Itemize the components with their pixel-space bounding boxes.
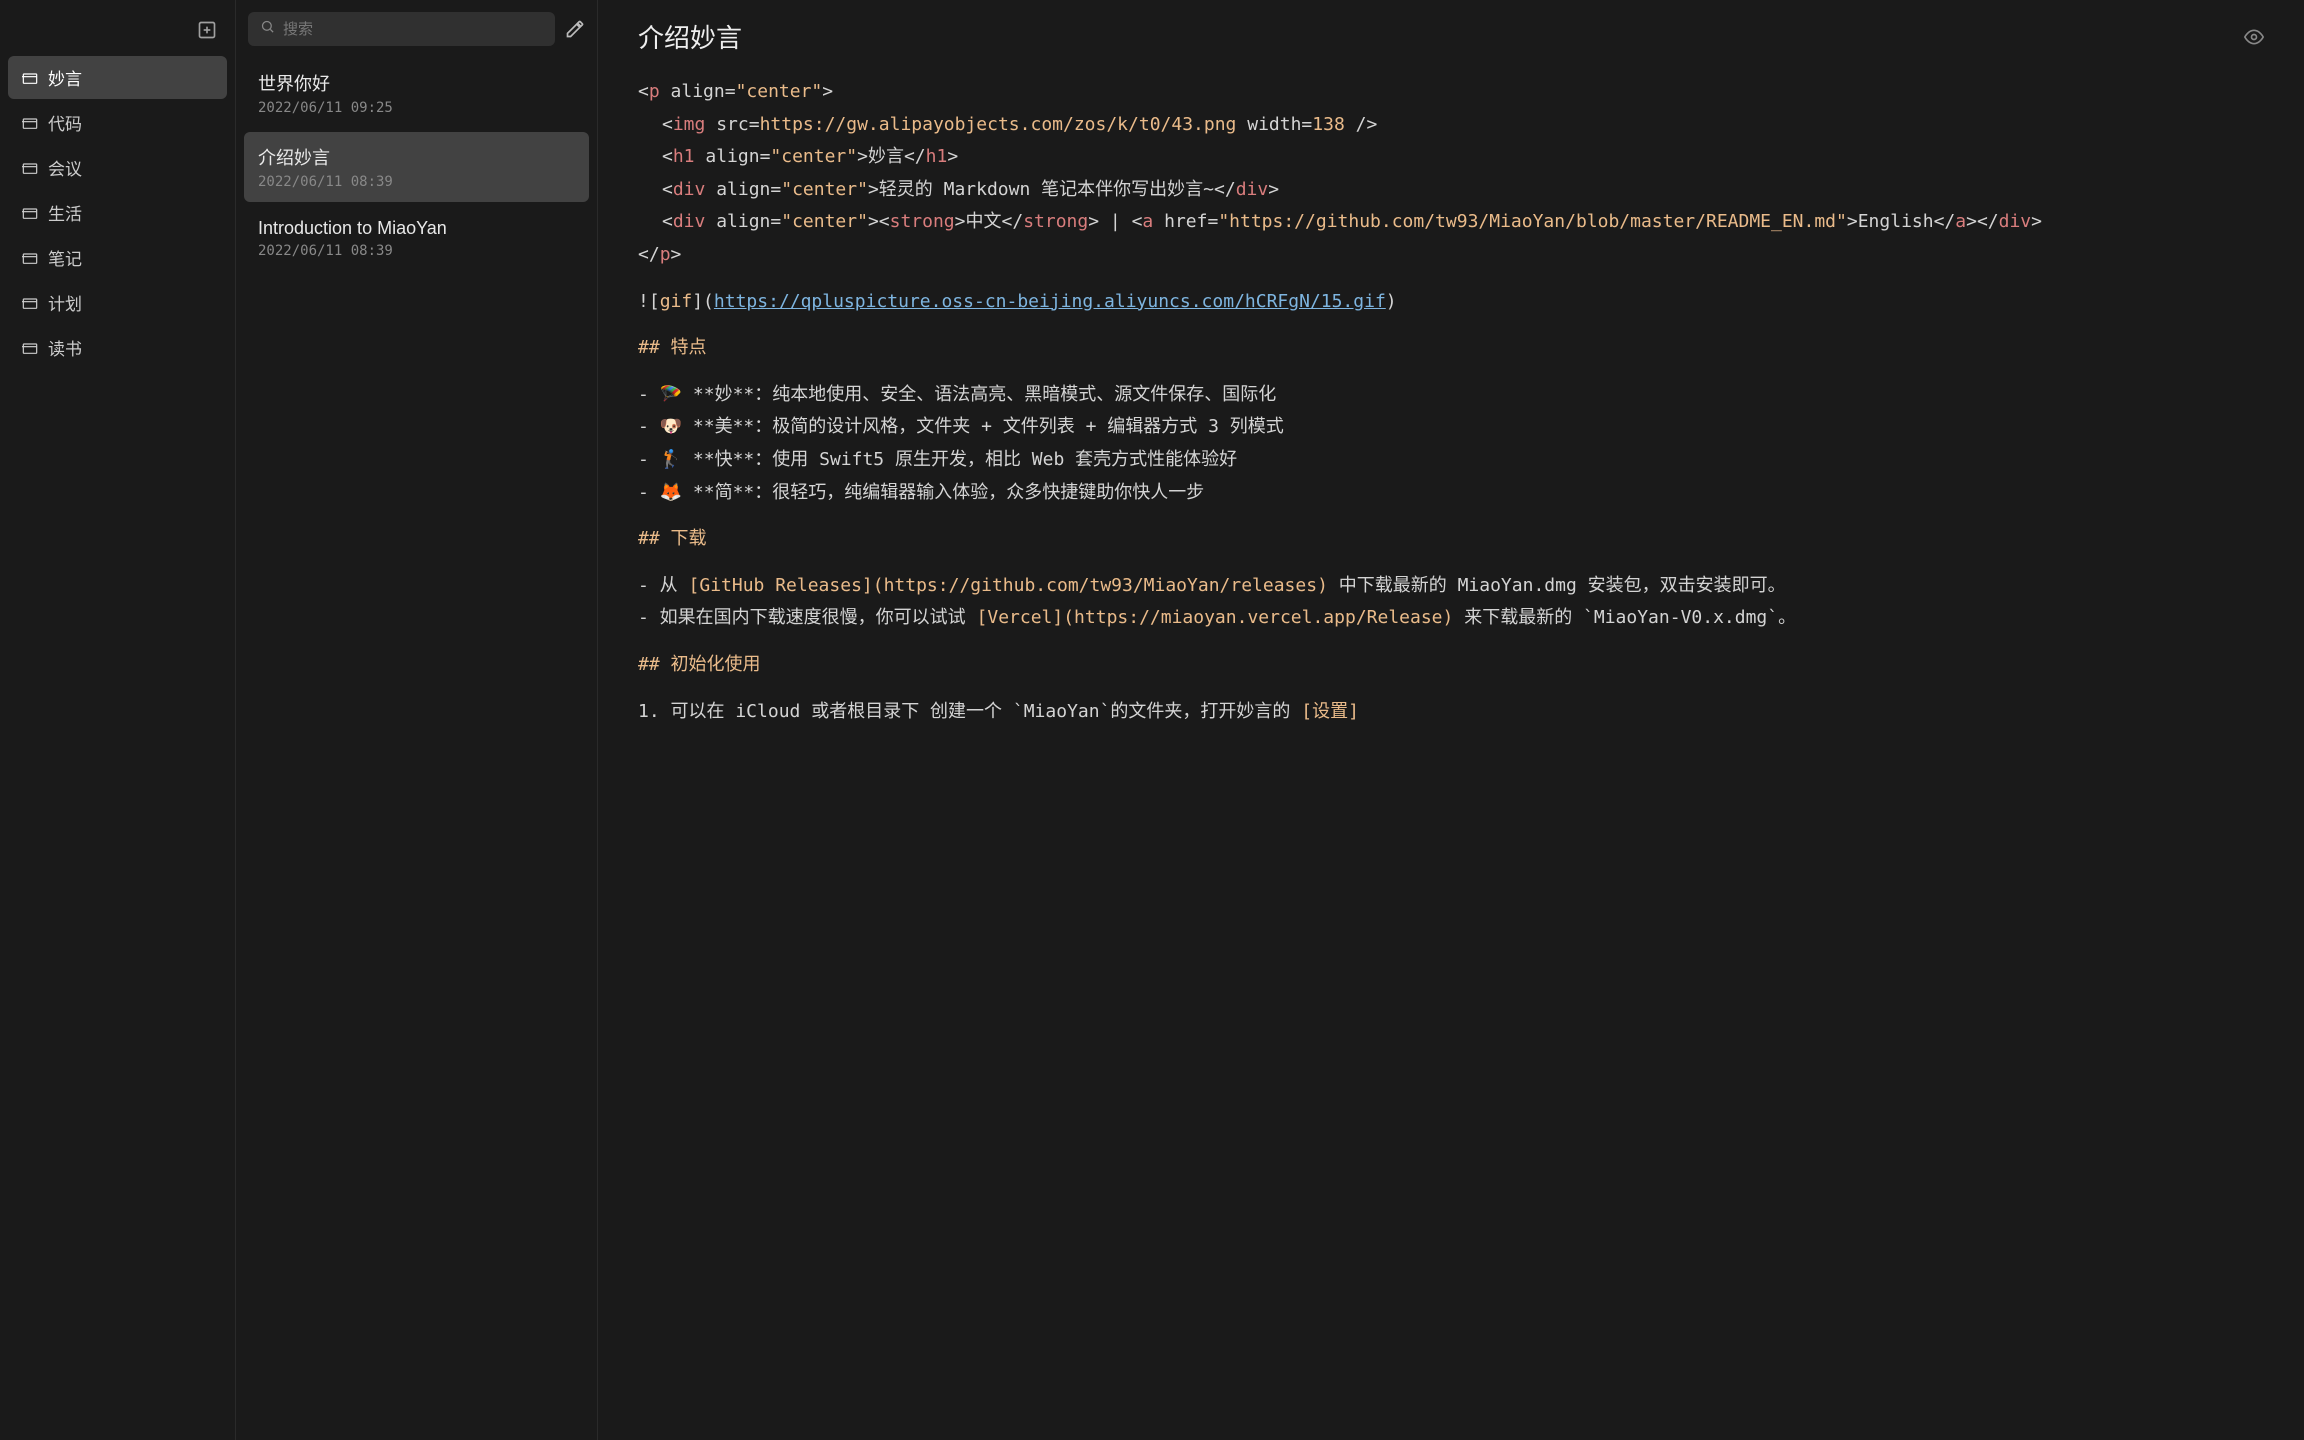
folder-icon (22, 116, 38, 130)
folder-icon (22, 161, 38, 175)
folder-item[interactable]: 代码 (8, 101, 227, 144)
folder-label: 读书 (48, 335, 82, 360)
folder-icon (22, 71, 38, 85)
note-list-panel: 世界你好 2022/06/11 09:25 介绍妙言 2022/06/11 08:39… (236, 0, 598, 1440)
editor-content[interactable]: <p align="center"> <img src=https://gw.a… (598, 65, 2304, 1440)
folder-icon (22, 296, 38, 310)
search-input[interactable] (283, 21, 543, 38)
folder-item[interactable]: 生活 (8, 191, 227, 234)
folder-label: 生活 (48, 200, 82, 225)
note-item[interactable]: 介绍妙言 2022/06/11 08:39 (244, 132, 589, 202)
note-item[interactable]: Introduction to MiaoYan 2022/06/11 08:39 (244, 206, 589, 271)
folder-label: 计划 (48, 290, 82, 315)
folder-sidebar: 妙言代码会议生活笔记计划读书 (0, 0, 236, 1440)
folder-item[interactable]: 妙言 (8, 56, 227, 99)
folder-label: 妙言 (48, 65, 82, 90)
note-date: 2022/06/11 09:25 (258, 100, 575, 116)
search-icon (260, 19, 275, 39)
folder-label: 会议 (48, 155, 82, 180)
preview-icon[interactable] (2244, 27, 2264, 47)
folder-item[interactable]: 读书 (8, 326, 227, 369)
folder-icon (22, 341, 38, 355)
note-title: 介绍妙言 (258, 144, 575, 170)
compose-icon[interactable] (565, 19, 585, 39)
folder-icon (22, 206, 38, 220)
folder-icon (22, 251, 38, 265)
new-folder-icon[interactable] (197, 20, 217, 40)
note-date: 2022/06/11 08:39 (258, 174, 575, 190)
folder-label: 代码 (48, 110, 82, 135)
folder-label: 笔记 (48, 245, 82, 270)
folder-item[interactable]: 笔记 (8, 236, 227, 279)
document-title[interactable]: 介绍妙言 (638, 18, 742, 55)
folder-item[interactable]: 计划 (8, 281, 227, 324)
folder-item[interactable]: 会议 (8, 146, 227, 189)
search-box[interactable] (248, 12, 555, 46)
note-title: Introduction to MiaoYan (258, 218, 575, 239)
note-title: 世界你好 (258, 70, 575, 96)
editor-panel: 介绍妙言 <p align="center"> <img src=https:/… (598, 0, 2304, 1440)
note-date: 2022/06/11 08:39 (258, 243, 575, 259)
note-item[interactable]: 世界你好 2022/06/11 09:25 (244, 58, 589, 128)
